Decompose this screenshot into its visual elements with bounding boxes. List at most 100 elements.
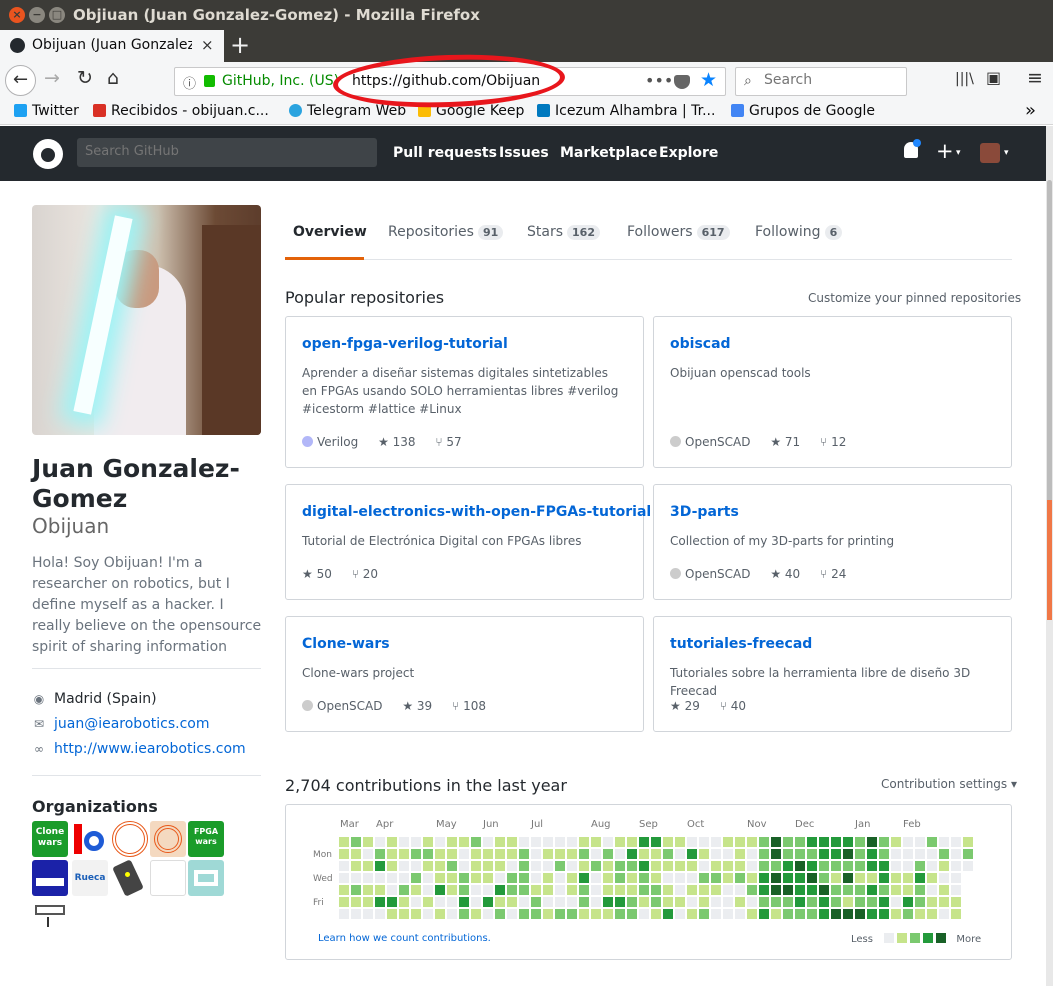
contribution-day-cell[interactable] xyxy=(471,909,481,919)
contribution-day-cell[interactable] xyxy=(627,885,637,895)
contribution-day-cell[interactable] xyxy=(711,897,721,907)
contribution-day-cell[interactable] xyxy=(471,897,481,907)
contribution-day-cell[interactable] xyxy=(543,909,553,919)
contribution-day-cell[interactable] xyxy=(843,861,853,871)
contribution-day-cell[interactable] xyxy=(483,849,493,859)
contribution-day-cell[interactable] xyxy=(435,837,445,847)
contribution-day-cell[interactable] xyxy=(603,885,613,895)
contribution-day-cell[interactable] xyxy=(591,909,601,919)
contribution-day-cell[interactable] xyxy=(447,873,457,883)
contribution-day-cell[interactable] xyxy=(423,909,433,919)
contribution-day-cell[interactable] xyxy=(363,873,373,883)
contribution-day-cell[interactable] xyxy=(591,873,601,883)
contribution-day-cell[interactable] xyxy=(555,873,565,883)
contribution-day-cell[interactable] xyxy=(735,873,745,883)
contribution-day-cell[interactable] xyxy=(603,837,613,847)
contribution-day-cell[interactable] xyxy=(411,873,421,883)
bookmark-google-keep[interactable]: Google Keep xyxy=(418,103,524,119)
contribution-day-cell[interactable] xyxy=(951,885,961,895)
contribution-day-cell[interactable] xyxy=(423,837,433,847)
contribution-day-cell[interactable] xyxy=(771,849,781,859)
org-jderobot2-avatar[interactable] xyxy=(150,821,186,857)
contribution-day-cell[interactable] xyxy=(579,861,589,871)
contribution-day-cell[interactable] xyxy=(567,873,577,883)
contribution-day-cell[interactable] xyxy=(747,837,757,847)
contribution-day-cell[interactable] xyxy=(699,909,709,919)
contribution-day-cell[interactable] xyxy=(843,849,853,859)
contribution-day-cell[interactable] xyxy=(735,909,745,919)
contribution-day-cell[interactable] xyxy=(663,885,673,895)
contribution-day-cell[interactable] xyxy=(339,897,349,907)
contribution-day-cell[interactable] xyxy=(675,885,685,895)
contribution-day-cell[interactable] xyxy=(579,897,589,907)
contribution-day-cell[interactable] xyxy=(759,897,769,907)
contribution-day-cell[interactable] xyxy=(399,873,409,883)
contribution-day-cell[interactable] xyxy=(819,837,829,847)
contribution-day-cell[interactable] xyxy=(375,849,385,859)
contribution-day-cell[interactable] xyxy=(771,909,781,919)
github-logo-icon[interactable] xyxy=(33,139,63,169)
repo-forks[interactable]: ⑂ 108 xyxy=(452,699,486,713)
contribution-day-cell[interactable] xyxy=(711,885,721,895)
contribution-day-cell[interactable] xyxy=(711,861,721,871)
contribution-day-cell[interactable] xyxy=(411,909,421,919)
contribution-day-cell[interactable] xyxy=(519,837,529,847)
repo-stars[interactable]: ★ 50 xyxy=(302,567,332,581)
bookmark-star-icon[interactable]: ★ xyxy=(700,69,717,91)
contribution-day-cell[interactable] xyxy=(891,909,901,919)
contribution-day-cell[interactable] xyxy=(867,909,877,919)
contribution-day-cell[interactable] xyxy=(519,885,529,895)
contribution-day-cell[interactable] xyxy=(639,909,649,919)
contribution-day-cell[interactable] xyxy=(435,909,445,919)
contribution-day-cell[interactable] xyxy=(783,897,793,907)
contribution-day-cell[interactable] xyxy=(483,897,493,907)
repo-name-link[interactable]: 3D-parts xyxy=(670,504,739,520)
contribution-day-cell[interactable] xyxy=(759,849,769,859)
contribution-day-cell[interactable] xyxy=(735,849,745,859)
bookmark-gmail[interactable]: Recibidos - obijuan.c... xyxy=(93,103,269,119)
contribution-day-cell[interactable] xyxy=(723,909,733,919)
contribution-day-cell[interactable] xyxy=(831,837,841,847)
contribution-day-cell[interactable] xyxy=(375,897,385,907)
repo-name-link[interactable]: obiscad xyxy=(670,336,731,352)
contribution-day-cell[interactable] xyxy=(807,885,817,895)
learn-contributions-link[interactable]: Learn how we count contributions. xyxy=(318,933,491,944)
contribution-day-cell[interactable] xyxy=(747,873,757,883)
contribution-day-cell[interactable] xyxy=(807,909,817,919)
contribution-day-cell[interactable] xyxy=(735,897,745,907)
contribution-day-cell[interactable] xyxy=(339,885,349,895)
org-gear-avatar[interactable] xyxy=(72,821,108,857)
contribution-day-cell[interactable] xyxy=(663,873,673,883)
contribution-day-cell[interactable] xyxy=(915,873,925,883)
contribution-day-cell[interactable] xyxy=(543,837,553,847)
contribution-day-cell[interactable] xyxy=(675,861,685,871)
contribution-day-cell[interactable] xyxy=(843,873,853,883)
contribution-day-cell[interactable] xyxy=(927,873,937,883)
contribution-day-cell[interactable] xyxy=(891,885,901,895)
contribution-day-cell[interactable] xyxy=(423,849,433,859)
contribution-day-cell[interactable] xyxy=(615,849,625,859)
repo-stars[interactable]: ★ 29 xyxy=(670,699,700,713)
contribution-day-cell[interactable] xyxy=(519,861,529,871)
repo-stars[interactable]: ★ 39 xyxy=(402,699,432,713)
contribution-day-cell[interactable] xyxy=(855,885,865,895)
contribution-day-cell[interactable] xyxy=(435,861,445,871)
contribution-day-cell[interactable] xyxy=(639,873,649,883)
contribution-day-cell[interactable] xyxy=(915,849,925,859)
tab-overview[interactable]: Overview xyxy=(293,224,367,240)
contribution-day-cell[interactable] xyxy=(867,885,877,895)
contribution-day-cell[interactable] xyxy=(495,909,505,919)
chevron-down-icon[interactable]: ▾ xyxy=(1004,148,1009,158)
window-maximize-button[interactable]: □ xyxy=(49,7,65,23)
contribution-day-cell[interactable] xyxy=(351,873,361,883)
contribution-day-cell[interactable] xyxy=(591,849,601,859)
contribution-day-cell[interactable] xyxy=(579,885,589,895)
contribution-day-cell[interactable] xyxy=(423,861,433,871)
contribution-day-cell[interactable] xyxy=(783,885,793,895)
tab-close-icon[interactable]: × xyxy=(201,36,214,54)
contribution-day-cell[interactable] xyxy=(699,873,709,883)
email-link[interactable]: juan@iearobotics.com xyxy=(54,716,209,732)
site-identity[interactable]: GitHub, Inc. (US) xyxy=(222,73,339,89)
contribution-day-cell[interactable] xyxy=(507,837,517,847)
contribution-day-cell[interactable] xyxy=(879,909,889,919)
